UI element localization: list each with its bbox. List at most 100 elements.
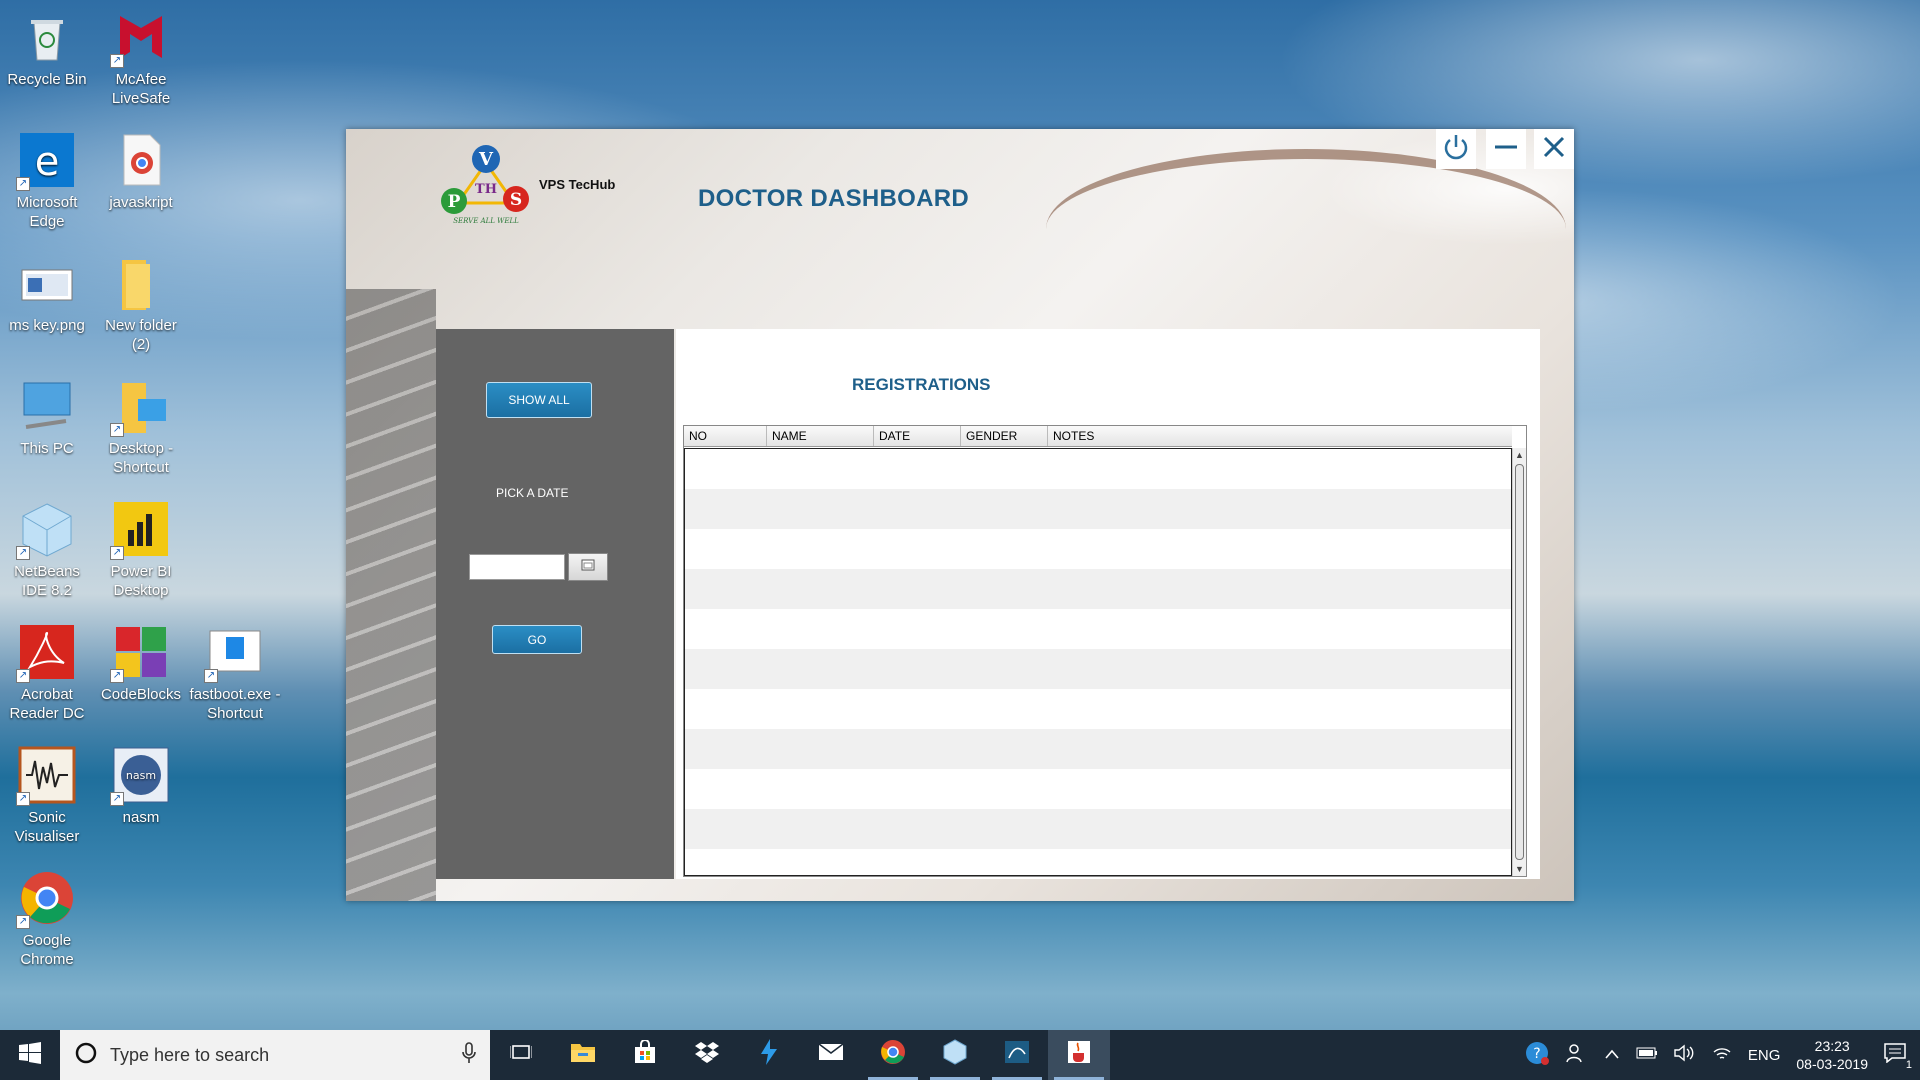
desktop-icon-edge[interactable]: e ↗ Microsoft Edge — [0, 131, 94, 231]
desktop-icon-javaskript[interactable]: javaskript — [94, 131, 188, 212]
minimize-icon — [1492, 133, 1520, 166]
calendar-button[interactable] — [568, 553, 608, 581]
table-row — [685, 529, 1511, 569]
desktop-icon-google-chrome[interactable]: ↗ Google Chrome — [0, 869, 94, 969]
desktop-icon-label: This PC — [20, 440, 74, 457]
mcafee-icon: ↗ — [110, 8, 170, 68]
background-keyboard-image — [346, 289, 436, 901]
file-explorer-icon — [570, 1041, 596, 1069]
desktop-icon-label: javaskript — [109, 194, 173, 211]
task-view-button[interactable] — [490, 1030, 552, 1080]
dropbox-button[interactable] — [676, 1030, 738, 1080]
chevron-up-icon[interactable] — [1604, 1047, 1620, 1064]
table-row — [685, 729, 1511, 769]
desktop-icon-label: NetBeans IDE 8.2 — [14, 563, 80, 599]
vs-code-button[interactable] — [738, 1030, 800, 1080]
desktop-icon-desktop-shortcut[interactable]: ↗ Desktop - Shortcut — [94, 377, 188, 477]
acrobat-icon: ↗ — [16, 623, 76, 683]
clock[interactable]: 23:23 08-03-2019 — [1796, 1037, 1868, 1073]
desktop-icon-recycle-bin[interactable]: Recycle Bin — [0, 8, 94, 89]
shortcut-arrow-icon: ↗ — [16, 792, 30, 806]
search-placeholder: Type here to search — [110, 1044, 270, 1065]
vertical-scrollbar[interactable]: ▲ ▼ — [1512, 448, 1526, 876]
codeblocks-icon: ↗ — [110, 623, 170, 683]
desktop-icon-label: CodeBlocks — [100, 686, 182, 703]
dropbox-icon — [694, 1041, 720, 1069]
power-button[interactable] — [1436, 129, 1476, 169]
desktop-icon-new-folder[interactable]: New folder (2) — [94, 254, 188, 354]
desktop-icon-acrobat[interactable]: ↗ Acrobat Reader DC — [0, 623, 94, 723]
doctor-dashboard-window: V P S TH SERVE ALL WELL VPS TecHub DOCTO… — [346, 129, 1574, 901]
column-header-name[interactable]: NAME — [767, 426, 874, 446]
image-file-icon — [18, 254, 76, 312]
table-row — [685, 609, 1511, 649]
page-title: DOCTOR DASHBOARD — [698, 185, 970, 212]
svg-text:TH: TH — [475, 182, 497, 197]
desktop-icon-sonic-visualiser[interactable]: ↗ Sonic Visualiser — [0, 746, 94, 846]
desktop-icon-label: Acrobat Reader DC — [9, 686, 85, 722]
scroll-down-icon[interactable]: ▼ — [1513, 862, 1526, 876]
language-indicator[interactable]: ENG — [1748, 1047, 1781, 1064]
desktop-icon-powerbi[interactable]: ↗ Power BI Desktop — [94, 500, 188, 600]
shortcut-arrow-icon: ↗ — [110, 423, 124, 437]
desktop-icon-mcafee[interactable]: ↗ McAfee LiveSafe — [94, 8, 188, 108]
chrome-taskbar-button[interactable] — [862, 1030, 924, 1080]
table-row — [685, 849, 1511, 875]
desktop-icon-label: New folder (2) — [105, 317, 177, 353]
desktop-icon-label: Google Chrome — [20, 932, 74, 968]
wifi-icon[interactable] — [1712, 1044, 1732, 1066]
close-button[interactable] — [1534, 129, 1574, 169]
java-app-button[interactable] — [1048, 1030, 1110, 1080]
netbeans-taskbar-button[interactable] — [924, 1030, 986, 1080]
system-tray: ? ENG 23:23 08-03-2019 1 — [1524, 1037, 1920, 1073]
shortcut-arrow-icon: ↗ — [16, 546, 30, 560]
mysql-workbench-button[interactable] — [986, 1030, 1048, 1080]
svg-text:?: ? — [1533, 1046, 1540, 1062]
notification-icon — [1884, 1043, 1906, 1067]
battery-icon[interactable] — [1636, 1046, 1658, 1064]
desktop-icon-codeblocks[interactable]: ↗ CodeBlocks — [94, 623, 188, 704]
calendar-icon — [581, 558, 595, 576]
go-button[interactable]: GO — [492, 625, 582, 654]
netbeans-icon — [943, 1039, 967, 1071]
column-header-notes[interactable]: NOTES — [1048, 426, 1512, 446]
shortcut-arrow-icon: ↗ — [110, 54, 124, 68]
desktop-icon-nasm[interactable]: nasm ↗ nasm — [94, 746, 188, 827]
minimize-button[interactable] — [1486, 129, 1526, 169]
desktop-icon-label: fastboot.exe - Shortcut — [189, 686, 281, 722]
help-icon[interactable]: ? — [1524, 1040, 1550, 1070]
start-button[interactable] — [0, 1030, 60, 1080]
close-icon — [1540, 133, 1568, 166]
people-icon[interactable] — [1566, 1042, 1588, 1068]
column-header-no[interactable]: NO — [684, 426, 767, 446]
date-input[interactable] — [469, 554, 565, 580]
action-center-button[interactable]: 1 — [1884, 1043, 1912, 1071]
registrations-panel: REGISTRATIONS NO NAME DATE GENDER NOTES — [676, 329, 1540, 879]
show-all-button[interactable]: SHOW ALL — [486, 382, 592, 418]
dolphin-app-icon — [1004, 1040, 1030, 1070]
desktop-icon-netbeans[interactable]: ↗ NetBeans IDE 8.2 — [0, 500, 94, 600]
desktop-icon-ms-key[interactable]: ms key.png — [0, 254, 94, 335]
file-explorer-button[interactable] — [552, 1030, 614, 1080]
table-header: NO NAME DATE GENDER NOTES — [684, 426, 1512, 447]
column-header-gender[interactable]: GENDER — [961, 426, 1048, 446]
desktop-icon-this-pc[interactable]: This PC — [0, 377, 94, 458]
desktop-icon-fastboot[interactable]: ↗ fastboot.exe - Shortcut — [188, 623, 282, 723]
desktop-icon-label: Microsoft Edge — [16, 194, 78, 230]
scroll-thumb[interactable] — [1515, 464, 1524, 860]
chrome-icon — [880, 1039, 906, 1071]
table-row — [685, 689, 1511, 729]
scroll-up-icon[interactable]: ▲ — [1513, 448, 1526, 462]
nasm-icon: nasm ↗ — [110, 746, 170, 806]
registrations-table[interactable]: NO NAME DATE GENDER NOTES ▲ ▼ — [683, 425, 1527, 877]
taskbar-search[interactable]: Type here to search — [60, 1030, 490, 1080]
microphone-icon[interactable] — [462, 1041, 476, 1069]
column-header-date[interactable]: DATE — [874, 426, 961, 446]
chrome-icon: ↗ — [16, 869, 76, 929]
microsoft-store-button[interactable] — [614, 1030, 676, 1080]
svg-text:P: P — [448, 192, 461, 212]
desktop-icon-label: Sonic Visualiser — [14, 809, 80, 845]
volume-icon[interactable] — [1674, 1044, 1696, 1066]
desktop-icon-label: Desktop - Shortcut — [108, 440, 174, 476]
mail-button[interactable] — [800, 1030, 862, 1080]
